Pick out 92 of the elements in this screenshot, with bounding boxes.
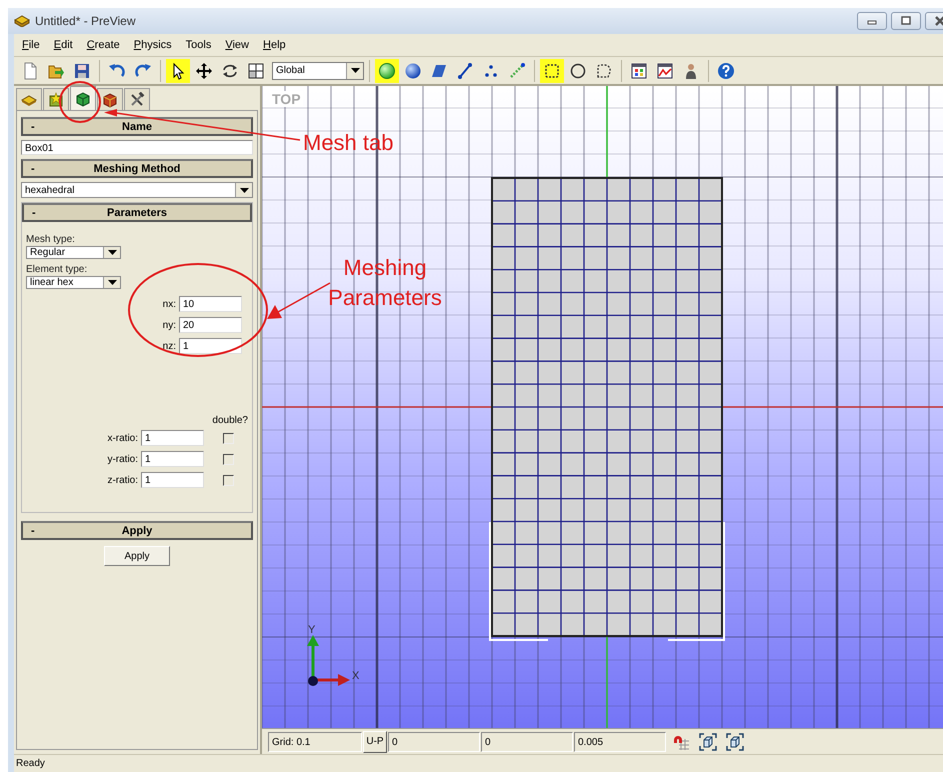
section-title: Apply xyxy=(120,524,154,536)
chart-icon xyxy=(656,62,674,80)
field-label: z-ratio: xyxy=(107,474,138,486)
window-title: Untitled* - PreView xyxy=(35,14,136,28)
name-field[interactable]: Box01 xyxy=(21,140,253,155)
lasso-icon xyxy=(595,62,613,80)
app-logo-icon xyxy=(14,15,30,27)
dotted-line-icon xyxy=(508,62,526,80)
field-label: y-ratio: xyxy=(107,454,138,464)
menu-item[interactable]: View xyxy=(225,39,249,51)
minimize-button[interactable] xyxy=(857,12,887,30)
tools-icon xyxy=(129,92,145,108)
checkbox[interactable] xyxy=(223,432,234,444)
section-header[interactable]: - Meshing Method xyxy=(21,159,253,178)
crate-icon xyxy=(102,92,118,108)
checkbox[interactable] xyxy=(223,454,234,464)
count-field[interactable]: 10 xyxy=(179,296,242,312)
apply-button[interactable]: Apply xyxy=(104,546,170,566)
dropdown-arrow-icon xyxy=(350,68,360,73)
annotation-arrow xyxy=(267,282,330,319)
pointer-button[interactable] xyxy=(166,58,190,82)
redo-icon xyxy=(134,62,152,80)
sphere-button[interactable] xyxy=(375,58,399,82)
axis-label: Y xyxy=(308,624,316,636)
field-label: nz: xyxy=(162,340,176,352)
maximize-button[interactable] xyxy=(891,12,921,30)
line-icon xyxy=(456,62,474,80)
zoom-extents-icon xyxy=(726,732,744,750)
sphere-icon xyxy=(378,62,396,80)
section-header[interactable]: - Apply xyxy=(21,521,253,540)
collapse-toggle[interactable]: - xyxy=(24,206,44,218)
help-icon xyxy=(717,62,735,80)
zoom-fit-icon xyxy=(699,732,717,750)
menu-item[interactable]: Help xyxy=(263,39,286,51)
save-icon xyxy=(73,62,91,80)
ratio-field[interactable]: 1 xyxy=(141,430,204,446)
collapse-toggle[interactable]: - xyxy=(23,120,43,132)
tray-tab[interactable] xyxy=(16,88,42,110)
field-label: Mesh type: xyxy=(26,234,75,245)
cube-tab[interactable] xyxy=(70,86,96,110)
section-title: Name xyxy=(121,120,153,132)
method-dropdown[interactable]: hexahedral xyxy=(21,182,253,198)
axis-label: X xyxy=(352,670,360,682)
coordinate-field: 0 xyxy=(481,732,573,752)
field-label: Element type: xyxy=(26,264,88,275)
collapse-toggle[interactable]: - xyxy=(23,524,43,536)
cube-icon xyxy=(75,90,91,106)
field-label: x-ratio: xyxy=(107,432,138,444)
close-icon xyxy=(934,16,943,26)
tools-tab[interactable] xyxy=(124,88,150,110)
ratio-field[interactable]: 1 xyxy=(141,472,204,488)
ball-icon xyxy=(404,62,422,80)
dashed-circle-icon xyxy=(569,62,587,80)
field-label: ny: xyxy=(162,320,176,330)
mesh-type-dropdown[interactable]: Regular xyxy=(26,246,121,259)
coordinate-dropdown[interactable]: Global xyxy=(272,62,364,80)
field-label: nx: xyxy=(162,298,176,310)
menu-item[interactable]: Create xyxy=(86,39,120,51)
scale-icon xyxy=(247,62,265,80)
menu-item[interactable]: Edit xyxy=(54,39,73,51)
dropdown-arrow-icon xyxy=(108,250,116,255)
checkbox[interactable] xyxy=(223,474,234,486)
section-header[interactable]: - Name xyxy=(21,117,253,136)
dropdown-arrow-icon xyxy=(108,280,116,285)
mode-button[interactable]: U-P xyxy=(363,730,387,752)
coordinate-field: 0 xyxy=(388,732,480,752)
count-field[interactable]: 20 xyxy=(179,317,242,333)
maximize-icon xyxy=(900,16,912,26)
dashed-rectangle-button[interactable] xyxy=(540,58,564,82)
annotation-circle xyxy=(59,81,101,123)
section-title: Parameters xyxy=(106,206,168,218)
dashed-rectangle-icon xyxy=(543,62,561,80)
ratio-field[interactable]: 1 xyxy=(141,451,204,467)
move-icon xyxy=(195,62,213,80)
view-label: TOP xyxy=(270,91,303,107)
section-title: Meshing Method xyxy=(92,162,182,174)
collapse-toggle[interactable]: - xyxy=(23,162,43,174)
dropdown-arrow-icon xyxy=(240,188,248,192)
crate-tab[interactable] xyxy=(97,88,123,110)
palette-icon xyxy=(630,62,648,80)
status-text: Ready xyxy=(16,758,45,769)
undo-icon xyxy=(108,62,126,80)
count-field[interactable]: 1 xyxy=(179,338,242,354)
menu-item[interactable]: Physics xyxy=(134,39,172,51)
star-box-tab[interactable] xyxy=(43,88,69,110)
menu-item[interactable]: File xyxy=(22,39,40,51)
section-header[interactable]: - Parameters xyxy=(22,203,252,222)
coordinate-field: 0.005 xyxy=(574,732,666,752)
menu-item[interactable]: Tools xyxy=(186,39,212,51)
element-type-dropdown[interactable]: linear hex xyxy=(26,276,121,289)
column-label: double? xyxy=(212,415,248,426)
grid-size-field: Grid: 0.1 xyxy=(268,732,362,752)
